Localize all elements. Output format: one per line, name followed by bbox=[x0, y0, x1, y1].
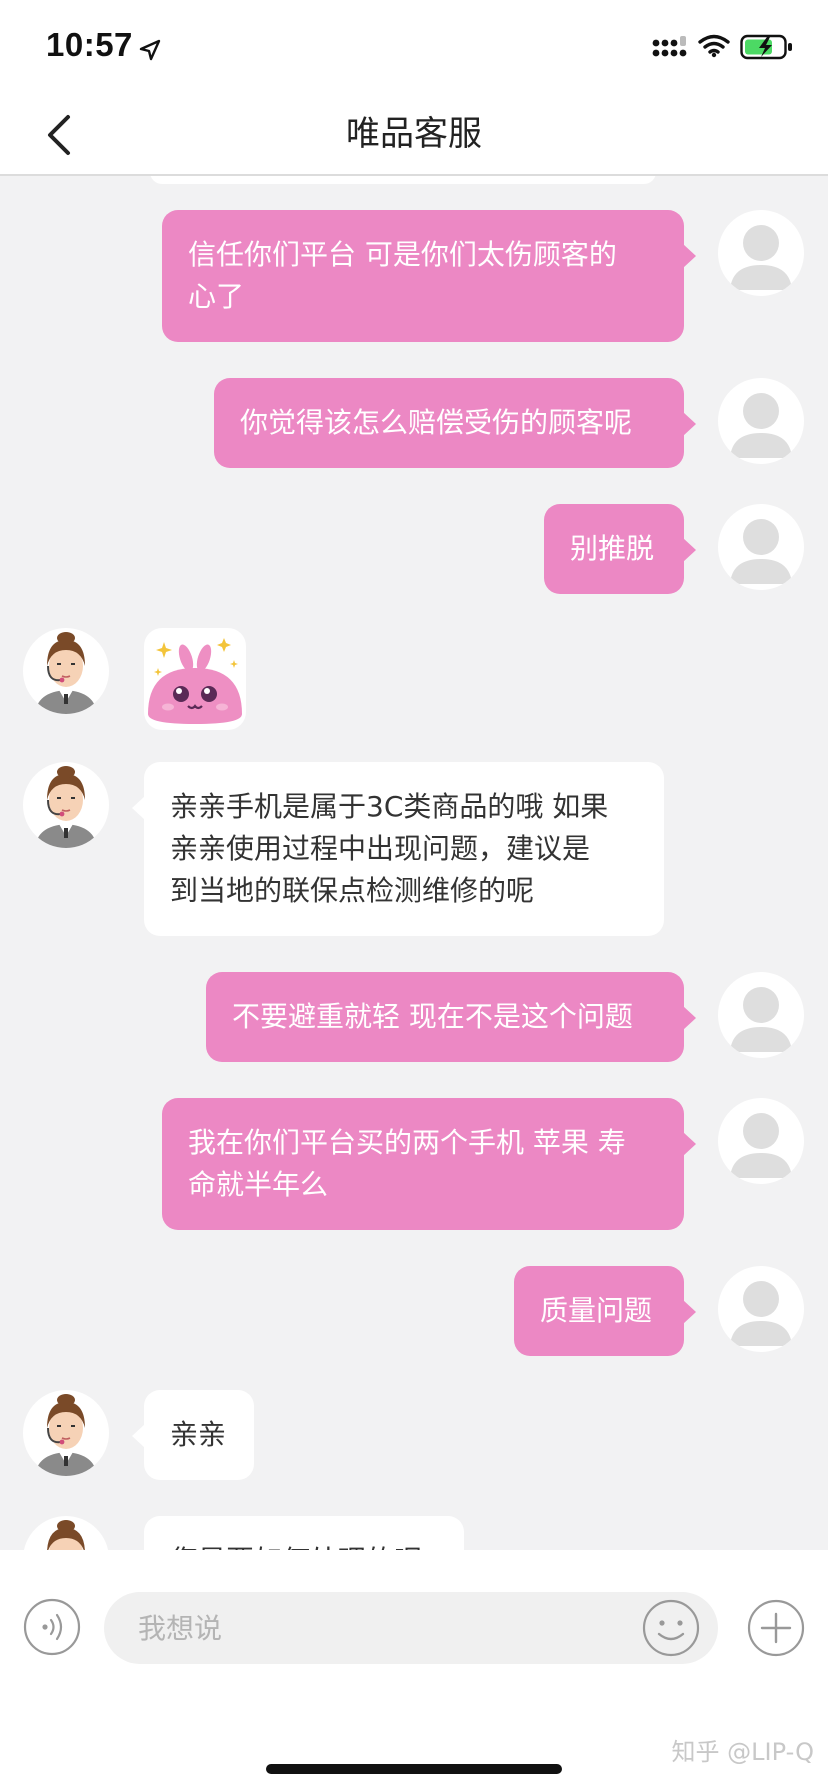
message-line: 到当地的联保点检测维修的呢 bbox=[170, 874, 535, 907]
message-line: 亲亲手机是属于3C类商品的哦 如果 bbox=[170, 790, 609, 823]
user-message-bubble[interactable]: 不要避重就轻 现在不是这个问题 bbox=[206, 972, 696, 1062]
user-avatar[interactable] bbox=[718, 972, 804, 1058]
user-placeholder-icon bbox=[730, 1113, 792, 1178]
message-line: 别推脱 bbox=[570, 532, 655, 565]
plus-circle-icon bbox=[747, 1599, 805, 1657]
agent-message-bubble[interactable]: 亲亲 bbox=[132, 1390, 254, 1480]
user-avatar[interactable] bbox=[718, 378, 804, 464]
agent-message-bubble[interactable]: 亲亲手机是属于3C类商品的哦 如果 亲亲使用过程中出现问题，建议是 到当地的联保… bbox=[132, 762, 664, 936]
home-indicator[interactable] bbox=[266, 1764, 562, 1774]
page-title: 唯品客服 bbox=[346, 114, 482, 154]
voice-input-button[interactable] bbox=[23, 1598, 81, 1656]
user-avatar[interactable] bbox=[718, 210, 804, 296]
agent-avatar[interactable] bbox=[23, 628, 109, 714]
message-line: 亲亲 bbox=[170, 1418, 227, 1451]
message-line: 你觉得该怎么赔偿受伤的顾客呢 bbox=[240, 406, 633, 439]
wifi-icon bbox=[698, 34, 730, 58]
user-message-bubble[interactable]: 别推脱 bbox=[544, 504, 696, 594]
cellular-signal-icon bbox=[652, 36, 687, 57]
pink-bunny-sparkle-sticker[interactable] bbox=[144, 628, 246, 730]
user-avatar[interactable] bbox=[718, 1098, 804, 1184]
user-placeholder-icon bbox=[730, 225, 792, 290]
user-avatar[interactable] bbox=[718, 1266, 804, 1352]
customer-service-agent-icon bbox=[35, 766, 97, 848]
agent-avatar[interactable] bbox=[23, 762, 109, 848]
input-bar: 知乎 @LIP-Q bbox=[0, 1550, 828, 1792]
message-line: 您是要如何处理的呢 bbox=[170, 1540, 438, 1550]
message-input[interactable] bbox=[104, 1592, 718, 1664]
customer-service-agent-icon bbox=[47, 1520, 85, 1550]
message-line: 命就半年么 bbox=[188, 1168, 329, 1201]
user-placeholder-icon bbox=[730, 987, 792, 1052]
smiley-face-icon bbox=[642, 1599, 700, 1657]
battery-charging-icon bbox=[740, 34, 792, 60]
user-message-bubble[interactable]: 质量问题 bbox=[514, 1266, 696, 1356]
add-attachment-button[interactable] bbox=[746, 1598, 806, 1658]
user-placeholder-icon bbox=[730, 1281, 792, 1346]
message-line: 我在你们平台买的两个手机 苹果 寿 bbox=[188, 1126, 626, 1159]
previous-message-bubble bbox=[150, 176, 656, 184]
message-line: 信任你们平台 可是你们太伤顾客的 bbox=[188, 238, 617, 271]
customer-service-agent-icon bbox=[35, 632, 97, 714]
agent-message-bubble[interactable]: 您是要如何处理的呢 bbox=[144, 1516, 464, 1550]
message-line: 不要避重就轻 现在不是这个问题 bbox=[232, 1000, 633, 1033]
user-message-bubble[interactable]: 我在你们平台买的两个手机 苹果 寿 命就半年么 bbox=[162, 1098, 696, 1230]
status-bar: 10:57 bbox=[0, 0, 828, 96]
chat-message-list[interactable]: 信任你们平台 可是你们太伤顾客的 心了 你觉得该怎么赔偿受伤的顾客呢 别推脱 亲… bbox=[0, 176, 828, 1550]
agent-avatar[interactable] bbox=[23, 1516, 109, 1550]
location-arrow-icon bbox=[139, 39, 161, 61]
watermark-text: 知乎 @LIP-Q bbox=[671, 1738, 814, 1766]
user-message-bubble[interactable]: 你觉得该怎么赔偿受伤的顾客呢 bbox=[214, 378, 696, 468]
voice-input-icon bbox=[23, 1598, 81, 1656]
message-line: 心了 bbox=[188, 280, 245, 313]
user-message-bubble[interactable]: 信任你们平台 可是你们太伤顾客的 心了 bbox=[162, 210, 696, 342]
emoji-button[interactable] bbox=[641, 1598, 701, 1658]
user-placeholder-icon bbox=[730, 393, 792, 458]
user-placeholder-icon bbox=[730, 519, 792, 584]
customer-service-agent-icon bbox=[35, 1394, 97, 1476]
sticker-image bbox=[148, 638, 242, 724]
agent-avatar[interactable] bbox=[23, 1390, 109, 1476]
nav-bar: 唯品客服 bbox=[0, 96, 828, 176]
status-time: 10:57 bbox=[46, 26, 133, 63]
message-line: 质量问题 bbox=[540, 1294, 653, 1327]
user-avatar[interactable] bbox=[718, 504, 804, 590]
message-line: 亲亲使用过程中出现问题，建议是 bbox=[170, 832, 591, 865]
